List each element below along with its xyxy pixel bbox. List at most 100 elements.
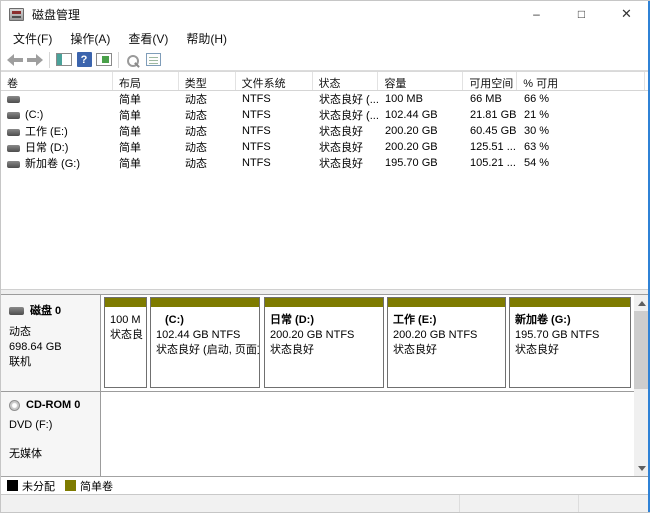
volume-pct-free: 66 % [524, 93, 550, 105]
back-icon[interactable] [6, 51, 24, 68]
magnifier-icon[interactable] [124, 51, 142, 68]
partition-size: 100 M [110, 314, 141, 326]
volume-name: 新加卷 (G:) [25, 158, 80, 170]
menu-view[interactable]: 查看(V) [119, 27, 177, 50]
volume-list-pane: 卷 布局 类型 文件系统 状态 容量 可用空间 % 可用 简单 动态 NTFS … [1, 71, 650, 289]
partition-size: 200.20 GB NTFS [270, 329, 355, 341]
legend-bar: 未分配 简单卷 [1, 476, 650, 495]
partition-c[interactable]: (C:) 102.44 GB NTFS 状态良好 (启动, 页面文 [150, 297, 260, 388]
disk-icon [9, 307, 24, 316]
volume-free: 125.51 ... [470, 141, 516, 153]
scrollbar-thumb[interactable] [634, 311, 649, 389]
volume-type: 动态 [185, 142, 207, 154]
show-action-pane-icon[interactable] [95, 51, 113, 68]
volume-free: 60.45 GB [470, 125, 517, 137]
volume-free: 21.81 GB [470, 109, 517, 121]
volume-capacity: 195.70 GB [385, 157, 438, 169]
disk-size: 698.64 GB [9, 341, 62, 353]
volume-row[interactable]: 简单 动态 NTFS 状态良好 (... 100 MB 66 MB 66 % [1, 91, 650, 107]
volume-pct-free: 63 % [524, 141, 550, 153]
volume-capacity: 100 MB [385, 93, 423, 105]
disk-status: 联机 [9, 356, 31, 368]
status-bar-section [1, 495, 459, 512]
scroll-up-icon[interactable] [634, 295, 649, 311]
legend-unallocated-label: 未分配 [22, 480, 55, 493]
disk-0-track: 100 M 状态良 (C:) 102.44 GB NTFS 状态良好 (启动, … [101, 295, 634, 391]
menu-file[interactable]: 文件(F) [4, 27, 61, 50]
export-list-icon[interactable] [144, 51, 162, 68]
partition-e[interactable]: 工作 (E:) 200.20 GB NTFS 状态良好 [387, 297, 506, 388]
volume-type: 动态 [185, 158, 207, 170]
partition-name: 日常 (D:) [270, 314, 314, 326]
partition-system[interactable]: 100 M 状态良 [104, 297, 147, 388]
menu-bar: 文件(F) 操作(A) 查看(V) 帮助(H) [1, 27, 650, 49]
volume-status: 状态良好 [319, 158, 363, 170]
scroll-down-icon[interactable] [634, 460, 649, 476]
minimize-button[interactable]: – [514, 1, 559, 27]
column-header-volume[interactable]: 卷 [1, 72, 113, 90]
column-header-pct-free[interactable]: % 可用 [517, 72, 646, 90]
volume-capacity: 102.44 GB [385, 109, 438, 121]
help-icon[interactable]: ? [75, 51, 93, 68]
volume-status: 状态良好 [319, 126, 363, 138]
cdrom-name: CD-ROM 0 [26, 399, 81, 411]
column-header-type[interactable]: 类型 [179, 72, 236, 90]
volume-row[interactable]: 日常 (D:) 简单 动态 NTFS 状态良好 200.20 GB 125.51… [1, 139, 650, 155]
volume-status: 状态良好 (... [319, 110, 379, 122]
volume-row[interactable]: 工作 (E:) 简单 动态 NTFS 状态良好 200.20 GB 60.45 … [1, 123, 650, 139]
disk-management-window: 磁盘管理 – □ ✕ 文件(F) 操作(A) 查看(V) 帮助(H) ? 卷 布… [0, 0, 650, 513]
partition-status: 状态良好 [515, 344, 559, 356]
volume-disk-icon [7, 144, 20, 152]
column-header-layout[interactable]: 布局 [113, 72, 179, 90]
disk-0-row: 磁盘 0 动态 698.64 GB 联机 100 M 状态良 (C:) 102.… [1, 295, 634, 392]
volume-filesystem: NTFS [242, 109, 271, 121]
legend-simple-volume-label: 简单卷 [80, 480, 113, 493]
simple-volume-swatch [65, 480, 76, 491]
volume-pct-free: 30 % [524, 125, 550, 137]
cdrom-drive: DVD (F:) [9, 419, 53, 431]
partition-status: 状态良好 (启动, 页面文 [156, 344, 259, 356]
partition-d[interactable]: 日常 (D:) 200.20 GB NTFS 状态良好 [264, 297, 384, 388]
cd-icon [9, 399, 20, 411]
status-bar [1, 495, 650, 512]
simple-volume-color-bar [105, 298, 146, 308]
column-header-capacity[interactable]: 容量 [378, 72, 464, 90]
column-header-status[interactable]: 状态 [313, 72, 379, 90]
partition-name: 新加卷 (G:) [515, 314, 571, 326]
volume-disk-icon [7, 111, 20, 119]
disk-management-app-icon [9, 7, 24, 21]
forward-icon[interactable] [26, 51, 44, 68]
volume-layout: 简单 [119, 126, 141, 138]
disk-0-label[interactable]: 磁盘 0 动态 698.64 GB 联机 [1, 295, 101, 391]
maximize-button[interactable]: □ [559, 1, 604, 27]
disk-name: 磁盘 0 [30, 305, 62, 317]
cdrom-0-label[interactable]: CD-ROM 0 DVD (F:) 无媒体 [1, 392, 101, 476]
volume-list-header: 卷 布局 类型 文件系统 状态 容量 可用空间 % 可用 [1, 72, 650, 91]
toolbar: ? [1, 49, 650, 71]
volume-type: 动态 [185, 94, 207, 106]
vertical-scrollbar[interactable] [634, 295, 649, 476]
close-button[interactable]: ✕ [604, 1, 649, 27]
menu-help[interactable]: 帮助(H) [177, 27, 236, 50]
volume-layout: 简单 [119, 94, 141, 106]
volume-row[interactable]: 新加卷 (G:) 简单 动态 NTFS 状态良好 195.70 GB 105.2… [1, 155, 650, 171]
volume-row[interactable]: (C:) 简单 动态 NTFS 状态良好 (... 102.44 GB 21.8… [1, 107, 650, 123]
show-console-tree-icon[interactable] [55, 51, 73, 68]
partition-g[interactable]: 新加卷 (G:) 195.70 GB NTFS 状态良好 [509, 297, 631, 388]
unallocated-swatch [7, 480, 18, 491]
volume-name: (C:) [25, 109, 44, 121]
volume-disk-icon [7, 160, 20, 168]
volume-pct-free: 21 % [524, 109, 550, 121]
column-header-filesystem[interactable]: 文件系统 [236, 72, 313, 90]
volume-layout: 简单 [119, 142, 141, 154]
volume-pct-free: 54 % [524, 157, 550, 169]
simple-volume-color-bar [265, 298, 383, 308]
menu-action[interactable]: 操作(A) [61, 27, 119, 50]
volume-disk-icon [7, 128, 20, 136]
title-bar[interactable]: 磁盘管理 – □ ✕ [1, 1, 650, 27]
volume-filesystem: NTFS [242, 93, 271, 105]
volume-layout: 简单 [119, 110, 141, 122]
status-bar-section [459, 495, 578, 512]
window-title: 磁盘管理 [32, 7, 81, 22]
column-header-free[interactable]: 可用空间 [463, 72, 518, 90]
